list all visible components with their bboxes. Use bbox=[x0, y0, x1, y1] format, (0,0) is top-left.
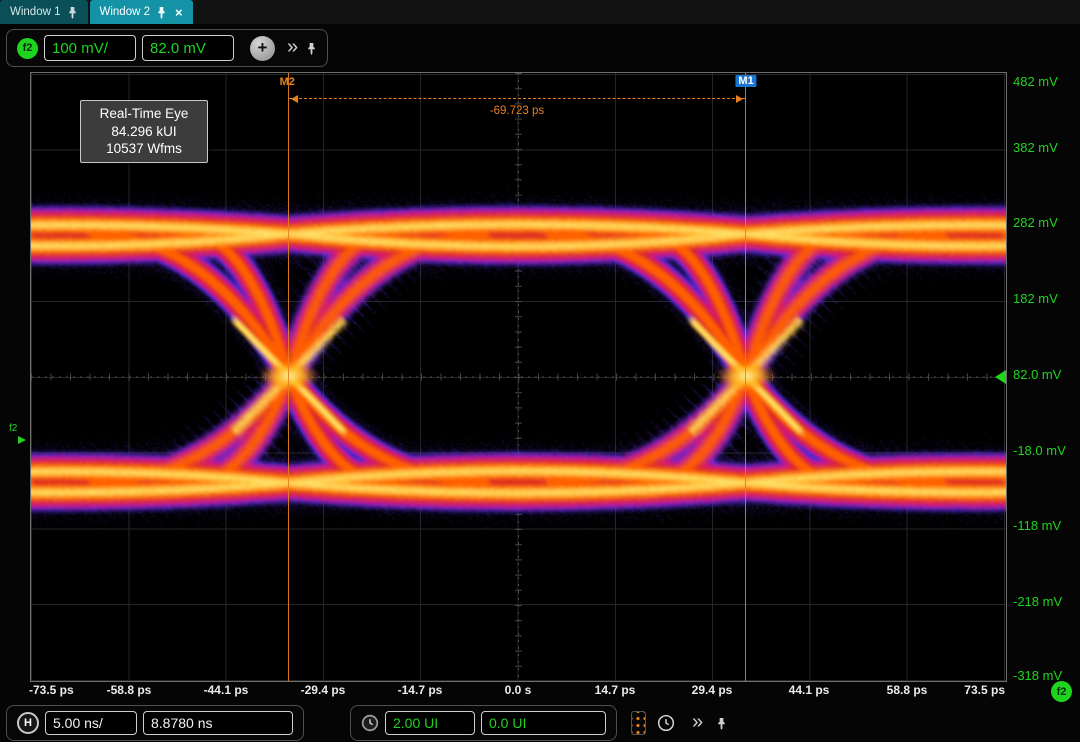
y-axis-label: -18.0 mV bbox=[1013, 443, 1077, 458]
tab-window-2[interactable]: Window 2 × bbox=[90, 0, 193, 24]
add-button[interactable]: + bbox=[250, 36, 275, 61]
marker-delta-value: -69.723 ps bbox=[289, 105, 745, 117]
horizontal-toolbar: H 5.00 ns/ 8.8780 ns 2.00 UI 0.0 UI » bbox=[6, 706, 727, 740]
marker-m1-line[interactable] bbox=[745, 73, 746, 681]
y-axis-label: 482 mV bbox=[1013, 74, 1077, 89]
eye-scale-field[interactable]: 2.00 UI bbox=[385, 711, 475, 735]
ground-marker-arrow-icon bbox=[18, 436, 26, 444]
info-wfm-count: 10537 Wfms bbox=[81, 140, 207, 158]
info-title: Real-Time Eye bbox=[81, 105, 207, 123]
offset-level-marker[interactable] bbox=[995, 370, 1006, 384]
eye-position-field[interactable]: 0.0 UI bbox=[481, 711, 606, 735]
x-axis-label: -29.4 ps bbox=[287, 683, 359, 697]
toolbar-icon-row: » bbox=[631, 711, 727, 735]
y-axis-label: -218 mV bbox=[1013, 594, 1077, 609]
y-axis-label: 82.0 mV bbox=[1013, 367, 1077, 382]
timebase-scale-field[interactable]: 5.00 ns/ bbox=[45, 711, 137, 735]
channel-f2-badge[interactable]: f2 bbox=[1051, 681, 1072, 702]
eye-window-control-group: 2.00 UI 0.0 UI bbox=[350, 705, 617, 741]
waveform-display[interactable]: M2 M1 -69.723 ps Real-Time Eye 84.296 kU… bbox=[30, 72, 1007, 682]
crossing-hotspots bbox=[259, 361, 776, 391]
pin-icon[interactable] bbox=[716, 717, 727, 730]
x-axis-label: 14.7 ps bbox=[579, 683, 651, 697]
tab-label: Window 2 bbox=[100, 6, 151, 18]
pin-icon[interactable] bbox=[67, 6, 78, 19]
vertical-toolbar: f2 100 mV/ 82.0 mV + » bbox=[6, 26, 328, 70]
eye-timebase-clock-icon[interactable] bbox=[361, 714, 379, 732]
y-axis-label: 282 mV bbox=[1013, 215, 1077, 230]
eye-diagram bbox=[31, 73, 1006, 681]
chevrons-icon[interactable]: » bbox=[287, 37, 298, 57]
timebase-position-field[interactable]: 8.8780 ns bbox=[143, 711, 293, 735]
window-tabbar: Window 1 Window 2 × bbox=[0, 0, 1080, 24]
x-axis-label: 44.1 ps bbox=[773, 683, 845, 697]
pin-icon[interactable] bbox=[156, 6, 167, 19]
x-axis-label: -14.7 ps bbox=[384, 683, 456, 697]
clock-icon[interactable] bbox=[657, 714, 675, 732]
corner-channel-badge-wrap: f2 bbox=[1051, 681, 1072, 702]
info-ui-count: 84.296 kUI bbox=[81, 123, 207, 141]
tab-label: Window 1 bbox=[10, 6, 61, 18]
vertical-scale-field[interactable]: 100 mV/ bbox=[44, 35, 136, 61]
realtime-eye-info-box: Real-Time Eye 84.296 kUI 10537 Wfms bbox=[80, 100, 208, 163]
x-axis-label: 0.0 s bbox=[482, 683, 554, 697]
tab-window-1[interactable]: Window 1 bbox=[0, 0, 88, 24]
x-axis-label: -58.8 ps bbox=[93, 683, 165, 697]
center-axes bbox=[31, 73, 1006, 681]
marker-m1-label[interactable]: M1 bbox=[735, 75, 756, 87]
x-axis-label: 73.5 ps bbox=[933, 683, 1005, 697]
y-axis-label: 182 mV bbox=[1013, 291, 1077, 306]
timebase-control-group: H 5.00 ns/ 8.8780 ns bbox=[6, 705, 304, 741]
ground-marker-label: f2 bbox=[9, 423, 17, 434]
y-axis-label: -118 mV bbox=[1013, 518, 1077, 533]
x-axis-label: -73.5 ps bbox=[29, 683, 101, 697]
vertical-control-group: f2 100 mV/ 82.0 mV + » bbox=[6, 29, 328, 67]
eye-density-layers bbox=[31, 225, 1006, 494]
oscilloscope-screen: Window 1 Window 2 × f2 100 mV/ 82.0 mV +… bbox=[0, 0, 1080, 742]
marker-delta-arrow bbox=[289, 98, 745, 99]
marker-m2-label[interactable]: M2 bbox=[280, 76, 295, 88]
vertical-offset-field[interactable]: 82.0 mV bbox=[142, 35, 234, 61]
drag-handle[interactable] bbox=[631, 711, 646, 735]
channel-ground-marker[interactable]: f2 bbox=[9, 424, 26, 444]
marker-m2-line[interactable] bbox=[288, 73, 289, 681]
x-axis-label: -44.1 ps bbox=[190, 683, 262, 697]
x-axis-label: 29.4 ps bbox=[676, 683, 748, 697]
close-icon[interactable]: × bbox=[175, 5, 183, 20]
y-axis-label: 382 mV bbox=[1013, 140, 1077, 155]
pin-icon[interactable] bbox=[306, 42, 317, 55]
channel-f2-badge[interactable]: f2 bbox=[17, 38, 38, 59]
horizontal-badge[interactable]: H bbox=[17, 712, 39, 734]
chevrons-icon[interactable]: » bbox=[692, 712, 703, 732]
